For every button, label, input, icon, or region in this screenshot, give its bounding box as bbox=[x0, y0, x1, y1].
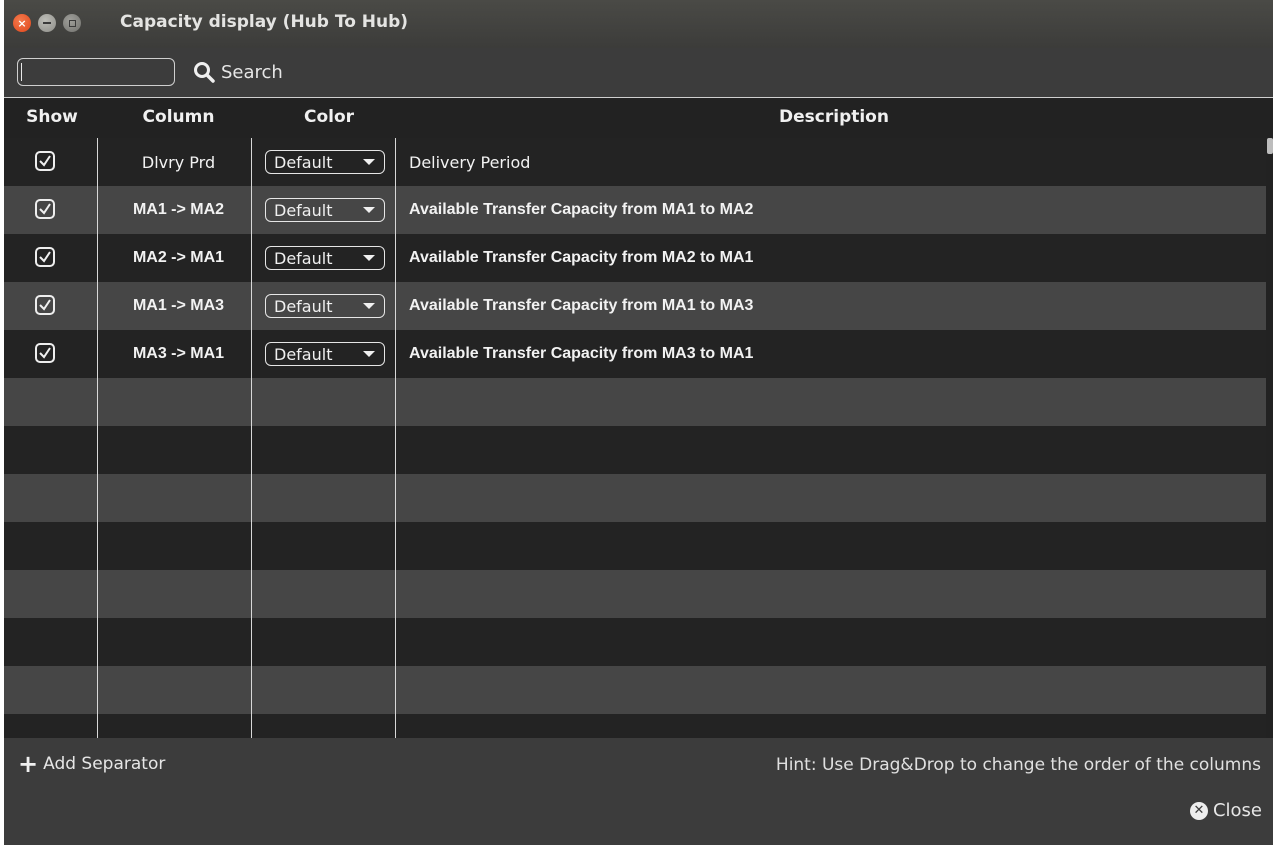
empty-row bbox=[4, 618, 1266, 666]
add-separator-label: Add Separator bbox=[43, 754, 166, 774]
show-checkbox[interactable] bbox=[35, 247, 55, 267]
add-separator-button[interactable]: + Add Separator bbox=[18, 750, 166, 778]
checkmark-icon bbox=[39, 203, 51, 215]
empty-row bbox=[4, 666, 1266, 714]
maximize-icon bbox=[68, 19, 76, 27]
header-color[interactable]: Color bbox=[257, 107, 401, 127]
column-description: Available Transfer Capacity from MA3 to … bbox=[409, 345, 754, 362]
search-bar: Search bbox=[4, 48, 1273, 98]
color-dropdown-value: Default bbox=[274, 200, 333, 220]
caret-down-icon bbox=[363, 351, 375, 357]
hint-text: Hint: Use Drag&Drop to change the order … bbox=[775, 755, 1261, 775]
table-row[interactable]: MA2 -> MA1 Default Available Transfer Ca… bbox=[4, 234, 1266, 282]
color-dropdown[interactable]: Default bbox=[265, 246, 385, 270]
column-description: Available Transfer Capacity from MA2 to … bbox=[409, 249, 754, 266]
color-dropdown[interactable]: Default bbox=[265, 198, 385, 222]
show-checkbox[interactable] bbox=[35, 199, 55, 219]
empty-row bbox=[4, 714, 1266, 738]
column-name: MA2 -> MA1 bbox=[132, 249, 225, 266]
table-header: Show Column Color Description bbox=[4, 98, 1273, 138]
color-dropdown[interactable]: Default bbox=[265, 342, 385, 366]
empty-row bbox=[4, 474, 1266, 522]
checkmark-icon bbox=[39, 155, 51, 167]
window-close-button[interactable]: × bbox=[13, 14, 31, 32]
caret-down-icon bbox=[363, 159, 375, 165]
minimize-icon bbox=[43, 22, 51, 24]
color-dropdown-value: Default bbox=[274, 344, 333, 364]
header-description[interactable]: Description bbox=[401, 107, 1267, 127]
close-button[interactable]: ✕ Close bbox=[1189, 800, 1262, 821]
column-description: Delivery Period bbox=[409, 152, 531, 172]
empty-row bbox=[4, 378, 1266, 426]
show-checkbox[interactable] bbox=[35, 295, 55, 315]
window-minimize-button[interactable] bbox=[38, 14, 56, 32]
checkmark-icon bbox=[39, 251, 51, 263]
table-row[interactable]: Dlvry Prd Default Delivery Period bbox=[4, 138, 1266, 186]
columns-table: Show Column Color Description Dlvry Prd … bbox=[4, 98, 1273, 738]
empty-row bbox=[4, 426, 1266, 474]
color-dropdown-value: Default bbox=[274, 296, 333, 316]
color-dropdown[interactable]: Default bbox=[265, 150, 385, 174]
table-row[interactable]: MA1 -> MA3 Default Available Transfer Ca… bbox=[4, 282, 1266, 330]
table-row[interactable]: MA3 -> MA1 Default Available Transfer Ca… bbox=[4, 330, 1266, 378]
window-maximize-button[interactable] bbox=[63, 14, 81, 32]
column-name: MA1 -> MA2 bbox=[132, 201, 225, 218]
search-input[interactable] bbox=[17, 58, 175, 86]
column-description: Available Transfer Capacity from MA1 to … bbox=[409, 297, 754, 314]
close-icon: × bbox=[17, 16, 27, 30]
checkmark-icon bbox=[39, 347, 51, 359]
window-title: Capacity display (Hub To Hub) bbox=[120, 12, 409, 32]
search-icon bbox=[194, 62, 215, 83]
caret-down-icon bbox=[363, 255, 375, 261]
scrollbar-thumb[interactable] bbox=[1267, 138, 1273, 154]
color-dropdown-value: Default bbox=[274, 248, 333, 268]
column-divider bbox=[395, 138, 396, 738]
column-name: MA3 -> MA1 bbox=[132, 345, 225, 362]
color-dropdown[interactable]: Default bbox=[265, 294, 385, 318]
checkmark-icon bbox=[39, 299, 51, 311]
plus-icon: + bbox=[18, 750, 39, 778]
search-button-label: Search bbox=[221, 61, 283, 83]
search-button[interactable]: Search bbox=[193, 61, 283, 83]
color-dropdown-value: Default bbox=[274, 152, 333, 172]
close-circle-icon: ✕ bbox=[1189, 801, 1208, 820]
dialog-footer: + Add Separator Hint: Use Drag&Drop to c… bbox=[4, 738, 1273, 845]
column-name: MA1 -> MA3 bbox=[132, 297, 225, 314]
column-divider bbox=[97, 138, 98, 738]
dialog-window: × Capacity display (Hub To Hub) Search S… bbox=[4, 0, 1273, 845]
caret-down-icon bbox=[363, 303, 375, 309]
show-checkbox[interactable] bbox=[35, 151, 55, 171]
column-divider bbox=[251, 138, 252, 738]
caret-down-icon bbox=[363, 207, 375, 213]
header-column[interactable]: Column bbox=[100, 107, 257, 127]
title-bar: × Capacity display (Hub To Hub) bbox=[4, 0, 1273, 48]
empty-row bbox=[4, 570, 1266, 618]
header-show[interactable]: Show bbox=[4, 107, 100, 127]
close-button-label: Close bbox=[1212, 800, 1262, 821]
show-checkbox[interactable] bbox=[35, 343, 55, 363]
column-description: Available Transfer Capacity from MA1 to … bbox=[409, 201, 754, 218]
empty-row bbox=[4, 522, 1266, 570]
table-row[interactable]: MA1 -> MA2 Default Available Transfer Ca… bbox=[4, 186, 1266, 234]
column-name: Dlvry Prd bbox=[141, 152, 216, 172]
